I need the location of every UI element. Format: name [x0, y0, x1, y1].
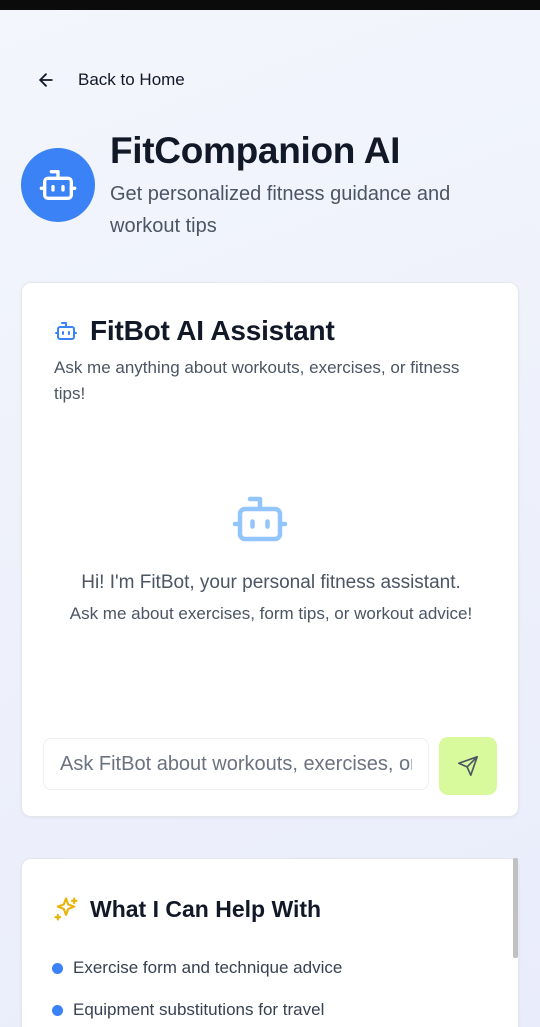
- chat-card-title: FitBot AI Assistant: [90, 315, 335, 346]
- back-to-home-label: Back to Home: [78, 70, 185, 89]
- list-item: Exercise form and technique advice: [52, 947, 342, 989]
- header-avatar: [21, 148, 95, 222]
- status-bar: [0, 0, 540, 10]
- help-card-title: What I Can Help With: [90, 895, 322, 922]
- help-card-header: What I Can Help With: [52, 895, 321, 923]
- bot-icon: [232, 496, 288, 542]
- bot-icon: [55, 322, 77, 340]
- page-subtitle: Get personalized fitness guidance and wo…: [110, 183, 451, 237]
- send-icon: [458, 756, 478, 776]
- chat-card-description: Ask me anything about workouts, exercise…: [54, 358, 460, 403]
- bullet-dot: [52, 962, 63, 974]
- arrow-left-icon: [39, 73, 53, 87]
- list-item-label: Equipment substitutions for travel: [73, 1000, 325, 1019]
- send-button[interactable]: [439, 737, 497, 795]
- list-item-label: Exercise form and technique advice: [73, 958, 343, 977]
- bullet-dot: [52, 1004, 63, 1016]
- help-topics-card: What I Can Help With Exercise form and t…: [21, 858, 519, 1027]
- page-title: FitCompanion AI: [110, 130, 401, 171]
- back-to-home-link[interactable]: Back to Home: [36, 64, 185, 96]
- empty-state-greeting: Hi! I'm FitBot, your personal fitness as…: [81, 572, 461, 593]
- sparkles-icon: [54, 897, 78, 921]
- empty-state-hint: Ask me about exercises, form tips, or wo…: [69, 604, 473, 623]
- bot-icon: [39, 170, 77, 200]
- fitbot-chat-card: FitBot AI Assistant Ask me anything abou…: [21, 282, 519, 817]
- chat-card-header: FitBot AI Assistant: [54, 315, 335, 347]
- chat-message-input[interactable]: [43, 738, 429, 790]
- help-topics-list: Exercise form and technique advice Equip…: [52, 947, 342, 1027]
- list-item: Equipment substitutions for travel: [52, 989, 342, 1027]
- scrollbar[interactable]: [513, 858, 518, 958]
